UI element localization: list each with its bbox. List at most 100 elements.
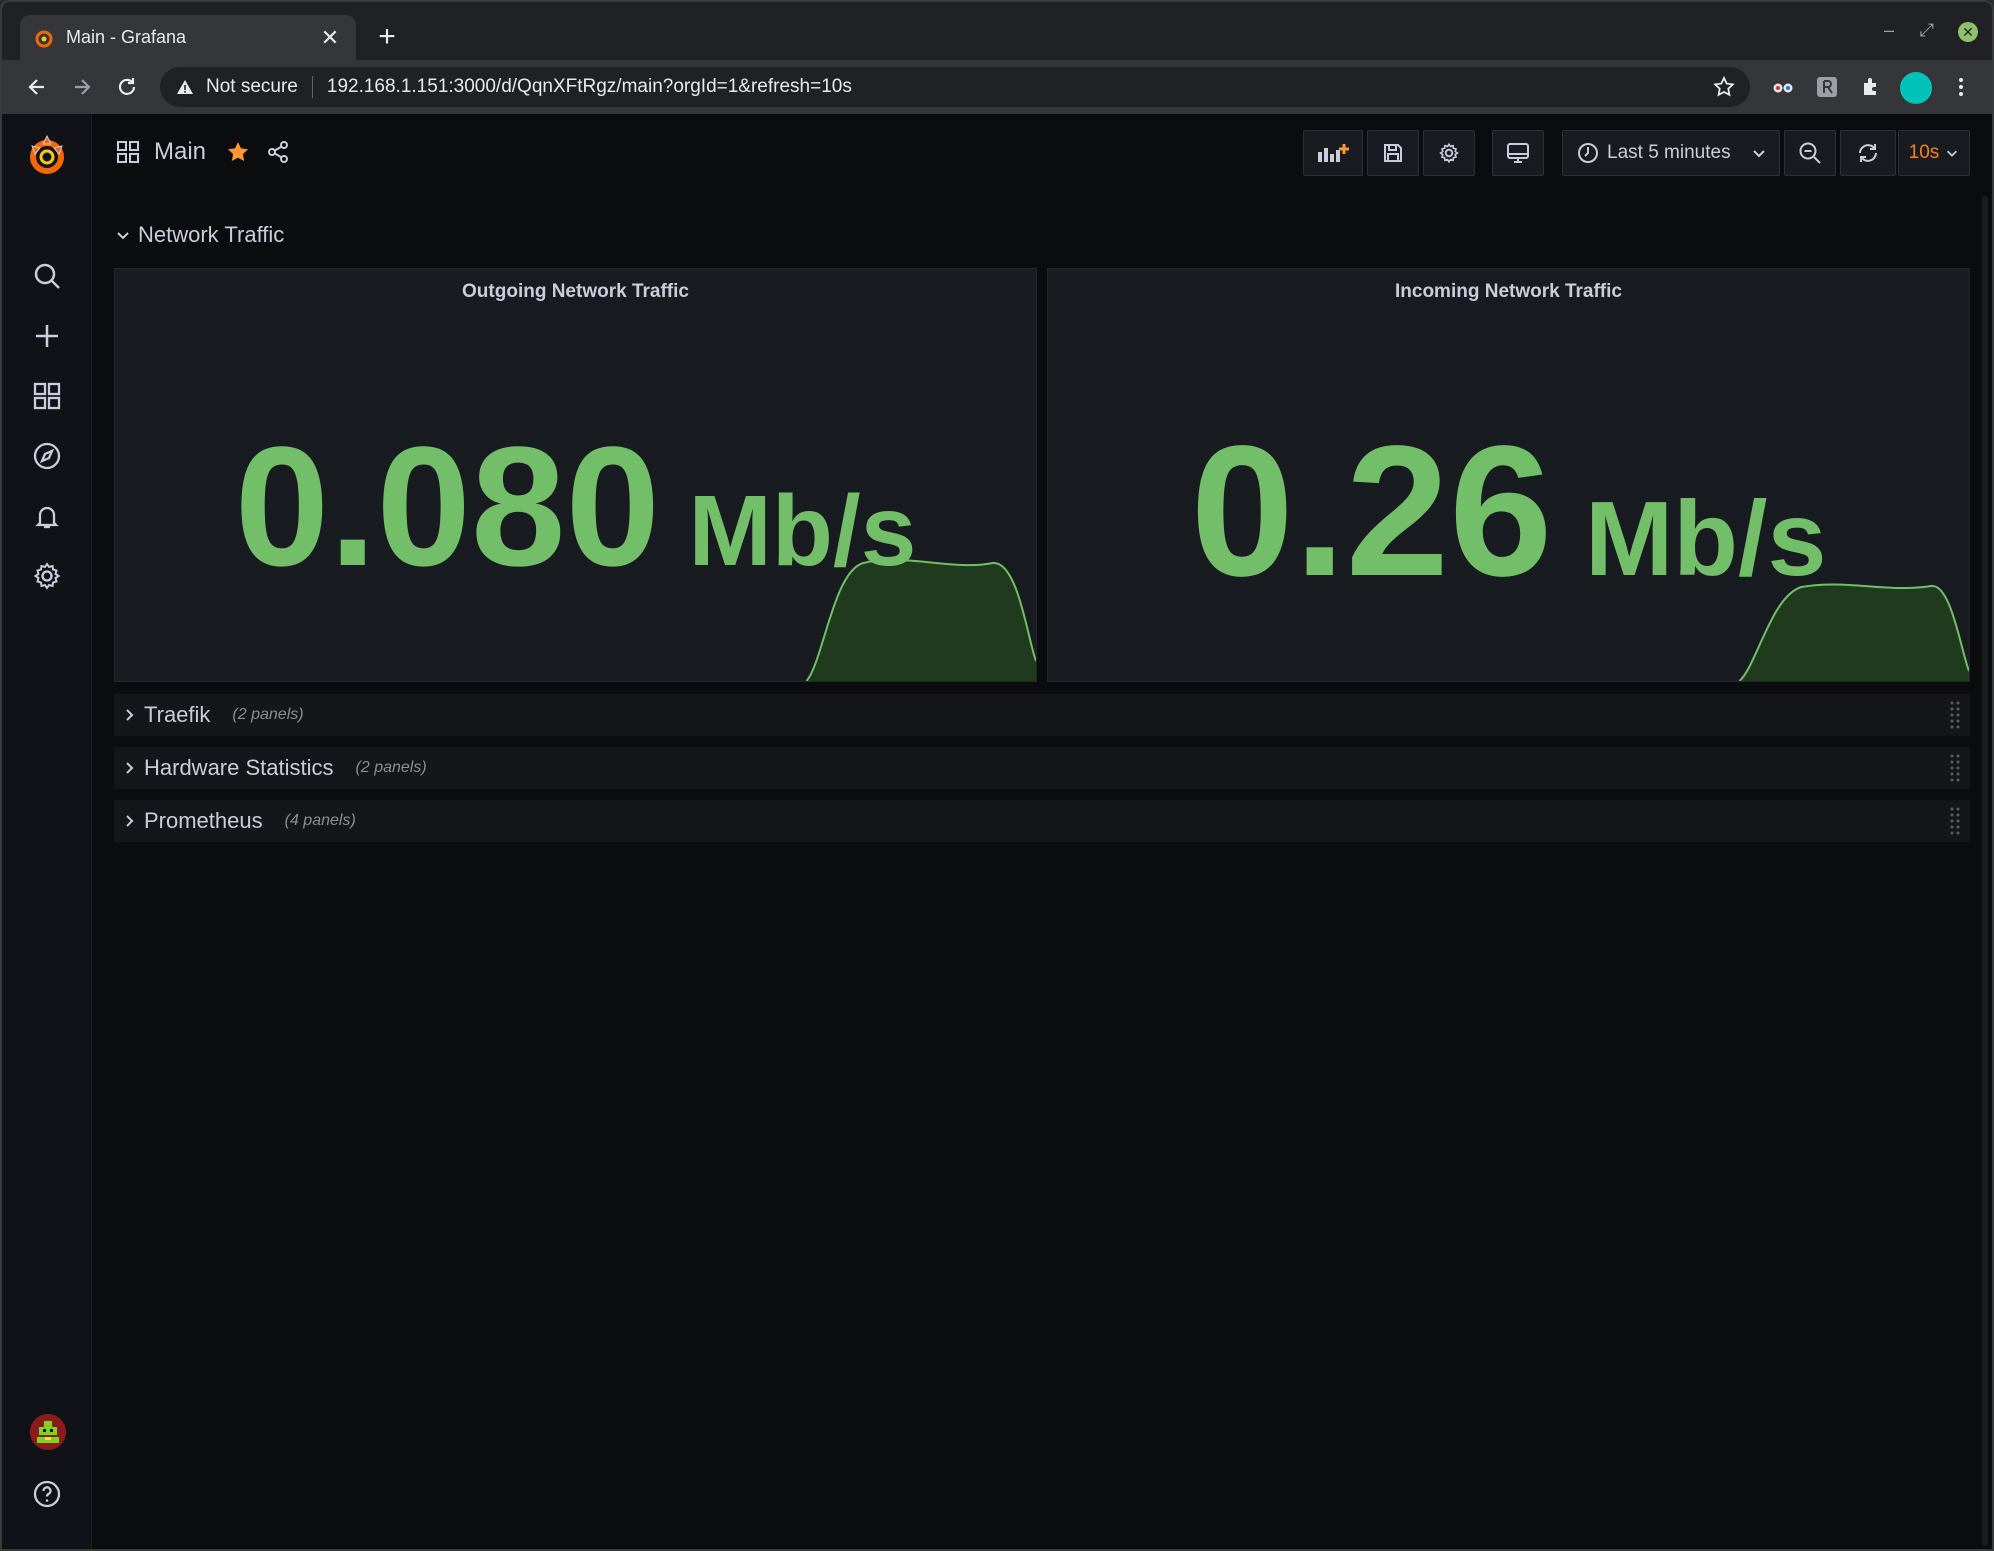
back-arrow-icon [28,79,44,95]
stat-unit: Mb/s [688,475,917,587]
side-menu-explore[interactable] [31,440,63,472]
tab-close-icon[interactable]: ✕ [318,25,342,51]
refresh-icon [1859,144,1877,162]
extension-glasses-icon [1773,83,1793,93]
chevron-right-icon [126,762,134,774]
window-close-button[interactable]: ✕ [1958,22,1978,42]
grafana-app: Main Last 5 minutes 10s Network Traffic … [2,114,1992,1549]
refresh-interval-picker[interactable]: 10s [1898,130,1970,176]
side-menu-alerting[interactable] [31,500,63,532]
add-panel-button[interactable] [1303,130,1363,176]
forward-button[interactable] [65,70,99,104]
dashboard-nav: Main Last 5 minutes 10s [92,114,1992,190]
chevron-right-icon [126,815,134,827]
window-minimize-button[interactable]: – [1884,20,1894,41]
zoom-out-button[interactable] [1784,130,1836,176]
back-button[interactable] [20,70,54,104]
user-avatar[interactable] [30,1414,66,1450]
zoom-out-icon [1799,142,1821,164]
side-menu-search[interactable] [31,260,63,292]
panel-title: Outgoing Network Traffic [462,281,689,302]
side-menu-configuration[interactable] [31,560,63,592]
new-tab-button[interactable]: + [370,20,404,54]
row-network-traffic[interactable]: Network Traffic [116,222,284,248]
reload-button[interactable] [110,70,144,104]
row-hardware-statistics[interactable]: Hardware Statistics (2 panels) [114,747,1970,789]
panel-outgoing-network-traffic[interactable]: Outgoing Network Traffic 0.080 Mb/s [114,268,1037,682]
chevron-right-icon [126,709,134,721]
side-menu-help[interactable] [31,1478,63,1510]
dashboard-settings-button[interactable] [1423,130,1475,176]
reload-icon [118,78,136,95]
stat-value: 0.080 [234,412,661,602]
row-title: Hardware Statistics [144,755,334,780]
extension-icon-2[interactable] [1814,74,1840,100]
share-icon[interactable] [266,140,290,164]
dashboard-settings-icon [1439,142,1459,164]
explore-icon [33,442,61,470]
row-title: Traefik [144,702,211,727]
page-scrollbar[interactable] [1982,196,1988,1546]
panel-title: Incoming Network Traffic [1395,281,1622,302]
omnibox-separator [311,76,313,98]
extension-r-icon [1817,77,1837,97]
browser-toolbar: Not secure 192.168.1.151:3000/d/QqnXFtRg… [2,60,1992,114]
time-range-picker[interactable]: Last 5 minutes [1562,130,1780,176]
settings-icon [33,562,61,590]
save-dashboard-button[interactable] [1367,130,1419,176]
dashboard-title-area: Main [116,138,290,166]
chevron-down-icon [1753,150,1765,158]
row-title: Network Traffic [138,222,285,247]
stat-unit: Mb/s [1585,480,1827,598]
stat-value-row: 0.26 Mb/s [1048,405,1969,618]
user-avatar-icon [37,1421,59,1443]
row-prometheus[interactable]: Prometheus (4 panels) [114,800,1970,842]
row-panel-count: (2 panels) [232,706,304,723]
favorite-star-icon[interactable] [226,140,250,164]
row-title: Prometheus [144,808,263,833]
stat-value: 0.26 [1190,408,1553,615]
search-icon [34,263,60,289]
clock-icon [1578,143,1598,163]
chevron-down-icon [117,232,129,240]
dashboards-icon [33,382,61,410]
window-restore-button[interactable]: ⤢ [1920,20,1934,41]
browser-window: Main - Grafana ✕ + – ⤢ ✕ Not secure 192.… [0,0,1994,1551]
side-menu-create[interactable] [31,320,63,352]
row-panel-count: (4 panels) [284,812,356,829]
url-text[interactable]: 192.168.1.151:3000/d/QqnXFtRgz/main?orgI… [327,76,852,98]
browser-tab[interactable]: Main - Grafana ✕ [20,15,356,60]
tab-title: Main - Grafana [66,27,187,47]
chevron-down-icon [1947,150,1958,157]
tv-mode-icon [1507,143,1529,163]
warning-icon [177,80,193,94]
panel-incoming-network-traffic[interactable]: Incoming Network Traffic 0.26 Mb/s [1047,268,1970,682]
plus-icon [36,325,58,347]
grafana-home-link[interactable] [24,132,70,178]
dashboard-title[interactable]: Main [154,138,206,166]
drag-handle-icon[interactable] [1950,753,1960,783]
side-menu [2,114,92,1549]
refresh-interval-label: 10s [1908,142,1940,163]
extension-icon-1[interactable] [1770,74,1796,100]
profile-avatar[interactable] [1900,72,1932,104]
extensions-button[interactable] [1858,74,1884,100]
add-panel-icon [1318,144,1349,162]
row-traefik[interactable]: Traefik (2 panels) [114,694,1970,736]
grafana-favicon-icon [35,30,53,47]
drag-handle-icon[interactable] [1950,700,1960,730]
bookmark-star-icon[interactable] [1712,75,1736,99]
drag-handle-icon[interactable] [1950,806,1960,836]
tab-strip: Main - Grafana ✕ + – ⤢ ✕ [2,2,1992,60]
security-label[interactable]: Not secure [206,76,298,98]
puzzle-icon [1864,78,1876,95]
dashboard-grid-icon [117,141,139,163]
kebab-menu-icon [1959,78,1963,96]
help-icon [33,1480,61,1508]
address-bar[interactable]: Not secure 192.168.1.151:3000/d/QqnXFtRg… [160,67,1750,107]
save-icon [1384,144,1402,162]
refresh-button[interactable] [1840,130,1896,176]
browser-menu-button[interactable] [1948,74,1974,100]
tv-mode-button[interactable] [1492,130,1544,176]
side-menu-dashboards[interactable] [31,380,63,412]
